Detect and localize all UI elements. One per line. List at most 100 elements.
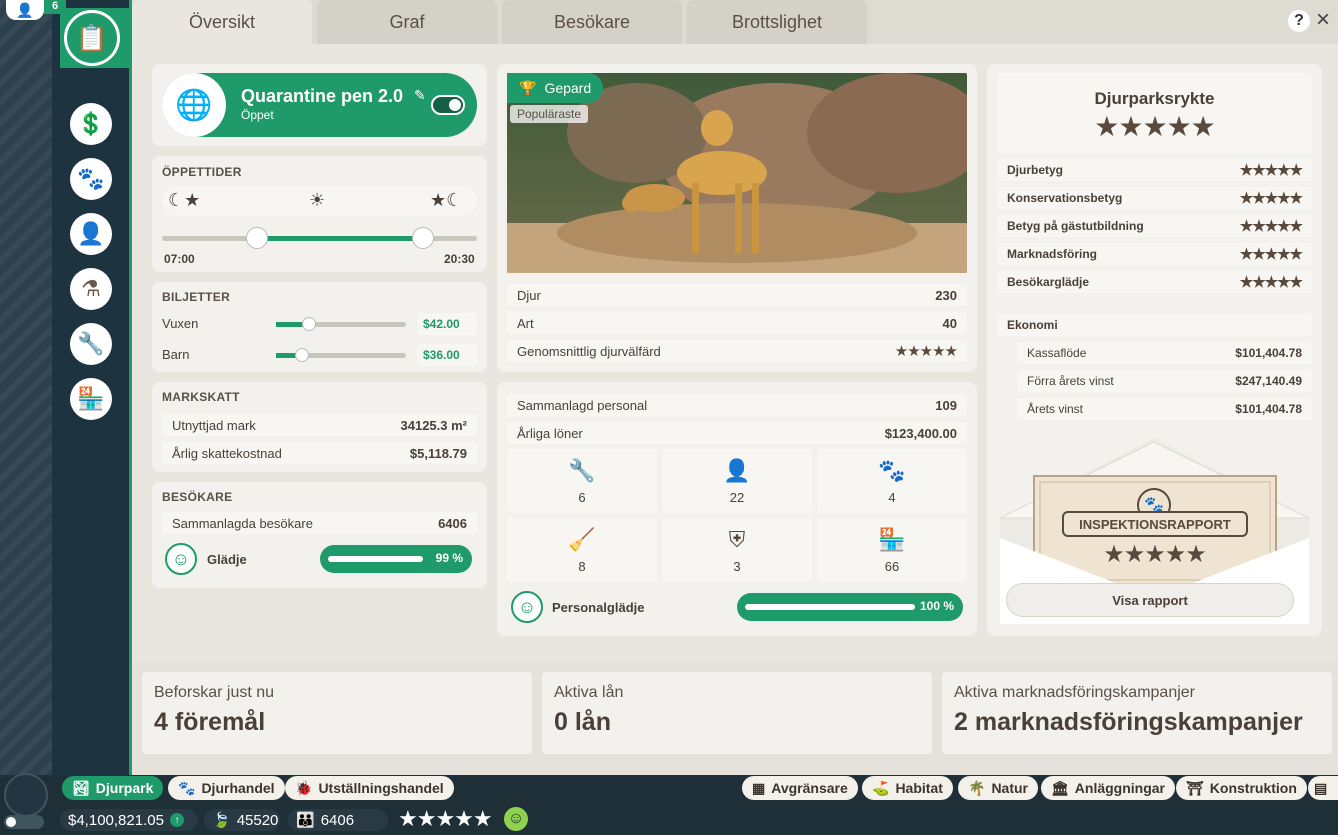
fence-icon: ▦ bbox=[752, 779, 766, 796]
hours-slider-track[interactable] bbox=[162, 227, 477, 249]
planet-zoo-logo-icon: 🌐 bbox=[162, 73, 226, 137]
marketing-panel[interactable]: Aktiva marknadsföringskampanjer 2 marknad… bbox=[942, 672, 1332, 754]
wrench-icon: 🔧 bbox=[568, 457, 596, 483]
staff-vets[interactable]: 🐾 4 bbox=[817, 449, 967, 513]
money-up-arrow-icon: ↑ bbox=[169, 813, 184, 827]
staff-vendors[interactable]: 🏪 66 bbox=[817, 518, 967, 582]
guest-count: 👪 6406 bbox=[288, 809, 388, 831]
leaf-icon: 🍃 bbox=[212, 812, 231, 829]
tab-natur[interactable]: 🌴 Natur bbox=[958, 776, 1038, 800]
research-panel[interactable]: Beforskar just nu 4 föremål bbox=[142, 672, 532, 754]
land-used-row: Utnyttjad mark 34125.3 m² bbox=[162, 414, 477, 436]
player-avatar-icon[interactable]: 👤 bbox=[6, 0, 44, 20]
visitor-happiness-bar: 99 % bbox=[320, 545, 472, 573]
camera-dial-icon[interactable] bbox=[4, 773, 48, 817]
inspection-envelope[interactable]: 🐾 INSPEKTIONSRAPPORT ★★★★★ Visa rapport bbox=[1000, 438, 1309, 624]
total-staff-row: Sammanlagd personal 109 bbox=[507, 394, 967, 416]
edit-pencil-icon[interactable]: ✎ bbox=[414, 87, 426, 104]
tab-besokare[interactable]: Besökare bbox=[502, 0, 682, 44]
maintenance-icon[interactable]: 🔧 bbox=[70, 323, 112, 365]
research-icon[interactable]: ⚗ bbox=[70, 268, 112, 310]
shops-icon[interactable]: 🏪 bbox=[70, 378, 112, 420]
zoo-icon: 🏞 bbox=[72, 779, 90, 796]
left-sidebar bbox=[0, 0, 52, 775]
moon-icon: ☾★ bbox=[168, 190, 201, 210]
more-tabs-button[interactable]: ▤ bbox=[1308, 776, 1338, 800]
top-animal-badge: 🏆 Gepard bbox=[507, 73, 604, 103]
this-year-profit-row: Årets vinst $101,404.78 bbox=[1017, 398, 1312, 420]
habitat-icon: ⛳ bbox=[872, 779, 890, 796]
open-toggle[interactable] bbox=[431, 95, 465, 115]
tab-anlaggningar[interactable]: 🏛 Anläggningar bbox=[1041, 776, 1176, 800]
animals-paw-icon[interactable]: 🐾 bbox=[70, 158, 112, 200]
tab-djurhandel[interactable]: 🐾 Djurhandel bbox=[168, 776, 285, 800]
finance-icon[interactable]: 💲 bbox=[70, 103, 112, 145]
tab-graf[interactable]: Graf bbox=[317, 0, 497, 44]
cashflow-row: Kassaflöde $101,404.78 bbox=[1017, 342, 1312, 364]
money-display: $4,100,821.05 ↑ bbox=[60, 809, 198, 831]
land-tax-title: MARKSKATT bbox=[162, 390, 240, 404]
shop-icon: 🏪 bbox=[878, 526, 906, 552]
sun-icon: ☀ bbox=[309, 190, 326, 210]
loans-panel[interactable]: Aktiva lån 0 lån bbox=[542, 672, 932, 754]
close-button[interactable]: × bbox=[1316, 6, 1330, 34]
rating-row-marketing: Marknadsföring ★★★★★ bbox=[997, 243, 1312, 265]
popular-badge: Populäraste bbox=[510, 105, 589, 123]
tab-djurpark[interactable]: 🏞 Djurpark bbox=[62, 776, 164, 800]
staff-mechanics[interactable]: 🔧 6 bbox=[507, 449, 657, 513]
child-price-slider[interactable] bbox=[276, 348, 406, 362]
visitors-title: BESÖKARE bbox=[162, 490, 233, 504]
welfare-stars: ★★★★★ bbox=[894, 343, 958, 360]
rating-row-animals: Djurbetyg ★★★★★ bbox=[997, 159, 1312, 181]
total-visitors-row: Sammanlagda besökare 6406 bbox=[162, 512, 477, 534]
view-report-button[interactable]: Visa rapport bbox=[1006, 583, 1294, 617]
open-time: 07:00 bbox=[164, 252, 195, 266]
overview-clipboard-icon[interactable]: 📋 bbox=[64, 10, 120, 66]
habitat-name[interactable]: Quarantine pen 2.0 bbox=[241, 86, 403, 107]
visitor-happiness-icon: ☺ bbox=[165, 543, 197, 575]
tab-konstruktion[interactable]: ⛩ Konstruktion bbox=[1176, 776, 1307, 800]
staff-zookeepers[interactable]: 👤 22 bbox=[662, 449, 812, 513]
staff-happiness-label: Personalglädje bbox=[552, 600, 645, 615]
tab-oversikt[interactable]: Översikt bbox=[132, 0, 312, 44]
rating-row-education: Betyg på gästutbildning ★★★★★ bbox=[997, 215, 1312, 237]
happiness-smiley-icon: ☺ bbox=[504, 807, 528, 831]
guests-icon: 👪 bbox=[296, 812, 315, 829]
tab-avgransare[interactable]: ▦ Avgränsare bbox=[742, 776, 858, 800]
staff-security[interactable]: ⛨ 3 bbox=[662, 518, 812, 582]
habitat-status: Öppet bbox=[241, 108, 274, 122]
staff-icon[interactable]: 👤 bbox=[70, 213, 112, 255]
child-price[interactable]: $36.00 bbox=[417, 344, 477, 366]
staff-janitors[interactable]: 🧹 8 bbox=[507, 518, 657, 582]
tab-utstallningshandel[interactable]: 🐞 Utställningshandel bbox=[285, 776, 454, 800]
open-time-handle[interactable] bbox=[245, 227, 268, 249]
opening-hours-title: ÖPPETTIDER bbox=[162, 165, 242, 179]
staff-happiness-bar: 100 % bbox=[737, 593, 963, 621]
rating-row-happiness: Besökarglädje ★★★★★ bbox=[997, 271, 1312, 293]
tax-cost-row: Årlig skattekostnad $5,118.79 bbox=[162, 442, 477, 464]
staff-happiness-icon: ☺ bbox=[511, 591, 543, 623]
tab-habitat[interactable]: ⛳ Habitat bbox=[862, 776, 953, 800]
adult-price[interactable]: $42.00 bbox=[417, 313, 477, 335]
visitor-happiness-label: Glädje bbox=[207, 552, 247, 567]
tab-brottslighet[interactable]: Brottslighet bbox=[687, 0, 867, 44]
construction-icon: ⛩ bbox=[1186, 779, 1204, 796]
child-ticket-label: Barn bbox=[162, 347, 190, 362]
broom-icon: 🧹 bbox=[568, 526, 596, 552]
trophy-icon: 🏆 bbox=[519, 79, 537, 96]
time-toggle[interactable] bbox=[4, 815, 44, 829]
close-time: 20:30 bbox=[444, 252, 475, 266]
species-row: Art 40 bbox=[507, 312, 967, 334]
help-button[interactable]: ? bbox=[1288, 10, 1310, 32]
adult-price-slider[interactable] bbox=[276, 317, 406, 331]
cheetah-image bbox=[507, 73, 967, 273]
inspection-stars: ★★★★★ bbox=[1103, 541, 1207, 568]
conservation-credits: 🍃 45520 bbox=[204, 809, 280, 831]
last-year-profit-row: Förra årets vinst $247,140.49 bbox=[1017, 370, 1312, 392]
tree-icon: 🌴 bbox=[968, 779, 986, 796]
night-moon-icon: ★☾ bbox=[430, 190, 463, 210]
blueprint-icon: ▤ bbox=[1314, 779, 1328, 796]
reputation-stars: ★★★★★ bbox=[1094, 111, 1216, 142]
rating-row-conservation: Konservationsbetyg ★★★★★ bbox=[997, 187, 1312, 209]
reputation-title: Djurparksrykte bbox=[1094, 89, 1215, 108]
